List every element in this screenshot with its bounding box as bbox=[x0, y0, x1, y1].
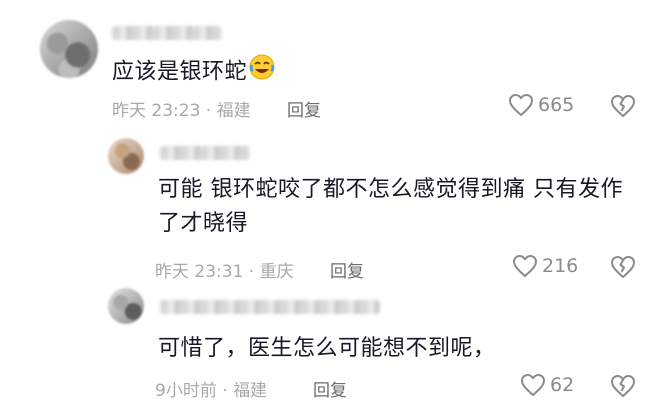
like-button[interactable]: 216 bbox=[512, 254, 578, 278]
like-button[interactable]: 62 bbox=[520, 373, 574, 397]
reply-button[interactable]: 回复 bbox=[313, 376, 347, 401]
like-count: 665 bbox=[538, 94, 575, 116]
comment-meta: 9小时前 · 福建 bbox=[155, 381, 268, 401]
broken-heart-icon bbox=[610, 374, 636, 398]
heart-outline-icon bbox=[512, 254, 538, 278]
comment-text-content: 应该是银环蛇 bbox=[112, 59, 248, 85]
reply-button[interactable]: 回复 bbox=[287, 96, 321, 121]
reply-button[interactable]: 回复 bbox=[330, 257, 364, 282]
username-blurred[interactable] bbox=[160, 146, 250, 160]
broken-heart-icon bbox=[610, 255, 636, 279]
comment-text: 可能 银环蛇咬了都不怎么感觉得到痛 只有发作了才晓得 bbox=[158, 177, 623, 236]
comment-text: 可惜了，医生怎么可能想不到呢， bbox=[158, 336, 496, 361]
like-button[interactable]: 665 bbox=[508, 93, 574, 117]
like-count: 62 bbox=[550, 374, 575, 396]
comment-meta: 昨天 23:31 · 重庆 bbox=[155, 262, 294, 282]
like-count: 216 bbox=[542, 255, 579, 277]
comment-text: 应该是银环蛇 bbox=[112, 54, 275, 91]
avatar[interactable] bbox=[108, 138, 144, 174]
reply-comment-1: 可能 银环蛇咬了都不怎么感觉得到痛 只有发作了才晓得 昨天 23:31 · 重庆… bbox=[0, 130, 660, 282]
username-blurred[interactable] bbox=[112, 26, 222, 40]
comment-meta: 昨天 23:23 · 福建 bbox=[112, 101, 251, 121]
avatar[interactable] bbox=[108, 288, 144, 324]
comment-1: 应该是银环蛇 昨天 23:23 · 福建 回复 665 bbox=[0, 0, 660, 130]
username-blurred[interactable] bbox=[160, 300, 380, 314]
heart-outline-icon bbox=[520, 373, 546, 397]
avatar[interactable] bbox=[40, 20, 98, 78]
broken-heart-icon bbox=[610, 94, 636, 118]
dislike-button[interactable] bbox=[610, 255, 636, 279]
heart-outline-icon bbox=[508, 93, 534, 117]
face-with-tears-of-joy-icon bbox=[249, 54, 275, 91]
dislike-button[interactable] bbox=[610, 374, 636, 398]
dislike-button[interactable] bbox=[610, 94, 636, 118]
reply-comment-2: 可惜了，医生怎么可能想不到呢， 9小时前 · 福建 回复 62 bbox=[0, 280, 660, 410]
